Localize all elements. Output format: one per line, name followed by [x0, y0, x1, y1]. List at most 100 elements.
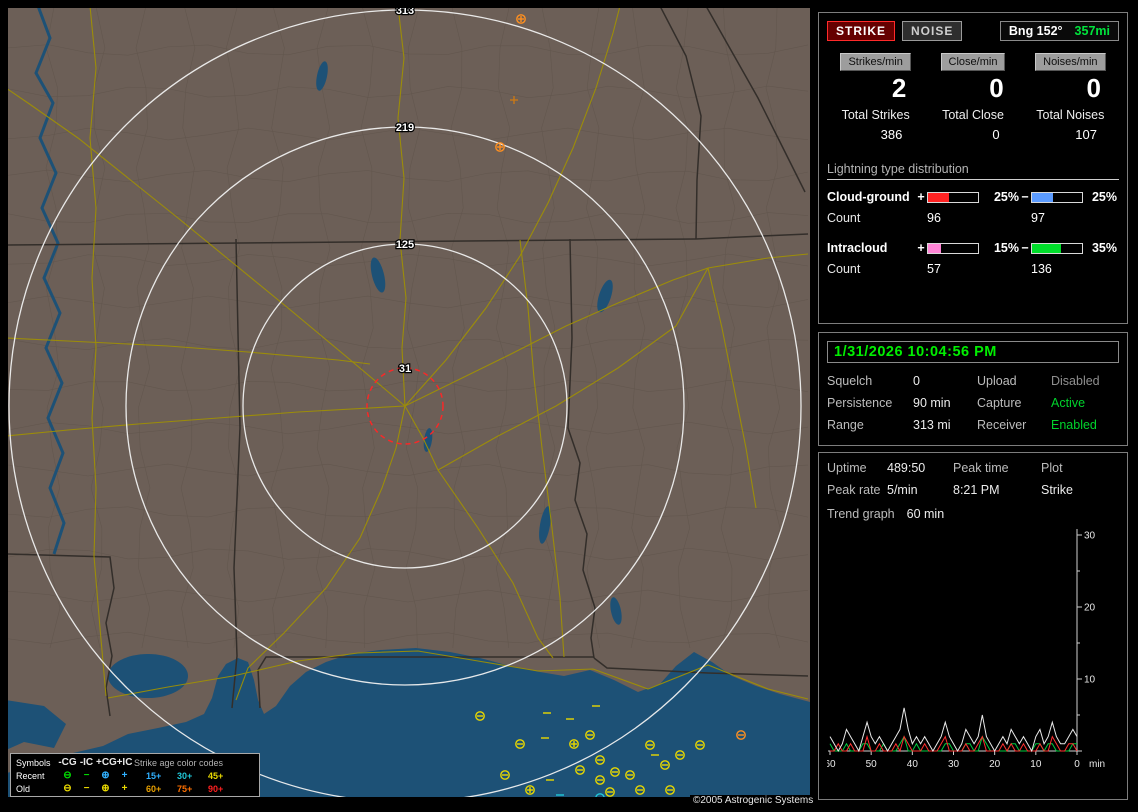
receiver-label: Receiver [977, 418, 1027, 432]
map-legend: Symbols -CG -IC +CG +IC Strike age color code… [10, 753, 260, 797]
intracloud-label: Intracloud [827, 241, 888, 256]
squelch-label: Squelch [827, 374, 873, 388]
ic-positive-count: 57 [927, 262, 941, 277]
range-value: 313 mi [913, 418, 951, 432]
persistence-label: Persistence [827, 396, 893, 410]
total-strikes-label: Total Strikes [841, 108, 910, 123]
close-per-min-value: 0 [989, 73, 1004, 103]
cg-positive-bar [927, 191, 979, 203]
svg-text:31: 31 [399, 363, 411, 375]
plus-sign: + [917, 190, 925, 205]
total-close-label: Total Close [942, 108, 1004, 123]
mode-button-row: STRIKE NOISE Bng 152° 357mi [827, 21, 1119, 41]
ic-positive-bar [927, 242, 979, 254]
close-per-min-badge: Close/min [940, 53, 1006, 71]
copyright-text: ©2005 Astrogenic Systems [690, 795, 817, 806]
svg-text:20: 20 [989, 759, 1001, 770]
strike-cg-pos [569, 739, 579, 749]
total-noises-value: 107 [1075, 127, 1097, 143]
plus-sign: + [917, 241, 925, 256]
svg-text:20: 20 [1084, 603, 1096, 614]
trend-graph-header: Trend graph 60 min [827, 507, 1119, 521]
count-label: Count [827, 211, 861, 226]
ic-pos-icon: + [121, 769, 128, 781]
svg-text:10: 10 [1030, 759, 1042, 770]
cg-neg-icon: ⊖ [63, 769, 72, 781]
ic-positive-pct: 15% [993, 241, 1019, 256]
minus-sign: − [1021, 190, 1029, 205]
uptime-label: Uptime [827, 461, 867, 475]
map-canvas[interactable]: 313 219 125 31 [8, 8, 810, 797]
persistence-value: 90 min [913, 396, 951, 410]
cloud-ground-count-row: Count 96 97 [827, 211, 1119, 225]
distribution-title: Lightning type distribution [827, 162, 1119, 181]
peak-rate-label: Peak rate [827, 483, 881, 497]
noises-per-min-badge: Noises/min [1035, 53, 1106, 71]
cg-neg-icon: ⊖ [63, 782, 72, 794]
capture-value: Active [1051, 396, 1086, 410]
total-strikes-value: 386 [880, 127, 903, 143]
settings-grid: Squelch 0 Upload Disabled Persistence 90… [827, 374, 1119, 432]
rate-grid: Strikes/min Close/min Noises/min 2 0 0 T… [827, 53, 1119, 142]
strikes-per-min-value: 2 [891, 73, 907, 103]
svg-text:min: min [1089, 759, 1105, 770]
svg-text:219: 219 [396, 122, 414, 134]
ic-neg-icon: − [83, 782, 90, 794]
legend-body: Symbols -CG -IC +CG +IC Strike age color code… [16, 756, 254, 795]
svg-text:30: 30 [1084, 531, 1096, 542]
intracloud-count-row: Count 57 136 [827, 262, 1119, 276]
uptime-grid: Uptime 489:50 Peak time Plot Peak rate 5… [827, 461, 1119, 497]
count-label: Count [827, 262, 861, 277]
svg-text:30: 30 [948, 759, 960, 770]
strike-stats-box: STRIKE NOISE Bng 152° 357mi Strikes/min … [818, 12, 1128, 324]
side-panel: STRIKE NOISE Bng 152° 357mi Strikes/min … [814, 0, 1138, 812]
cg-negative-count: 97 [1031, 211, 1045, 226]
status-config-box: 1/31/2026 10:04:56 PM Squelch 0 Upload D… [818, 332, 1128, 446]
svg-text:40: 40 [907, 759, 919, 770]
strike-cg-pos [516, 14, 526, 24]
cg-positive-count: 96 [927, 211, 941, 226]
cg-negative-bar [1031, 191, 1083, 203]
peak-time-label: Peak time [953, 461, 1009, 475]
strike-mode-button[interactable]: STRIKE [827, 21, 896, 41]
strike-cg-pos [495, 142, 505, 152]
cloud-ground-label: Cloud-ground [827, 190, 910, 205]
ic-pos-icon: + [121, 782, 128, 794]
ic-negative-bar [1031, 242, 1083, 254]
strikes-per-min-badge: Strikes/min [840, 53, 911, 71]
svg-text:50: 50 [866, 759, 878, 770]
ic-neg-icon: − [83, 769, 90, 781]
minus-sign: − [1021, 241, 1029, 256]
legend-row-recent: Recent ⊖ − ⊕ +15+ 30+ 45+ [16, 769, 224, 781]
total-close-value: 0 [992, 127, 1000, 143]
svg-text:0: 0 [1074, 759, 1080, 770]
noises-per-min-value: 0 [1086, 73, 1101, 103]
bearing-range: 357mi [1074, 24, 1110, 38]
legend-header: Symbols -CG -IC +CG +IC Strike age color code… [16, 756, 224, 768]
trend-window-value: 60 min [906, 507, 945, 521]
cg-negative-pct: 25% [1091, 190, 1117, 205]
legend-row-old: Old ⊖ − ⊕ +60+ 75+ 90+ [16, 782, 224, 794]
bearing-value: Bng 152° [1008, 24, 1063, 38]
lightning-type-distribution: Lightning type distribution Cloud-ground… [827, 162, 1119, 276]
svg-text:125: 125 [396, 239, 414, 251]
ic-negative-count: 136 [1031, 262, 1052, 277]
upload-value: Disabled [1051, 374, 1100, 388]
strike-cg-pos [525, 785, 535, 795]
noise-mode-button[interactable]: NOISE [902, 21, 963, 41]
range-label: Range [827, 418, 864, 432]
cloud-ground-row: Cloud-ground + 25% − 25% [827, 190, 1119, 204]
ic-negative-pct: 35% [1091, 241, 1117, 256]
receiver-value: Enabled [1051, 418, 1097, 432]
timestamp: 1/31/2026 10:04:56 PM [827, 341, 1119, 363]
squelch-value: 0 [913, 374, 920, 388]
peak-rate-value: 5/min [887, 483, 918, 497]
lightning-map[interactable]: 313 219 125 31 Symbols -CG -IC +CG +IC Strike ag… [8, 8, 810, 797]
lake [108, 654, 188, 698]
cg-pos-icon: ⊕ [101, 769, 110, 781]
trend-box: Uptime 489:50 Peak time Plot Peak rate 5… [818, 452, 1128, 800]
total-noises-label: Total Noises [1036, 108, 1105, 123]
trend-graph-chart: 10 20 30 60 50 40 30 20 10 0 min [827, 529, 1105, 770]
capture-label: Capture [977, 396, 1022, 410]
upload-label: Upload [977, 374, 1017, 388]
